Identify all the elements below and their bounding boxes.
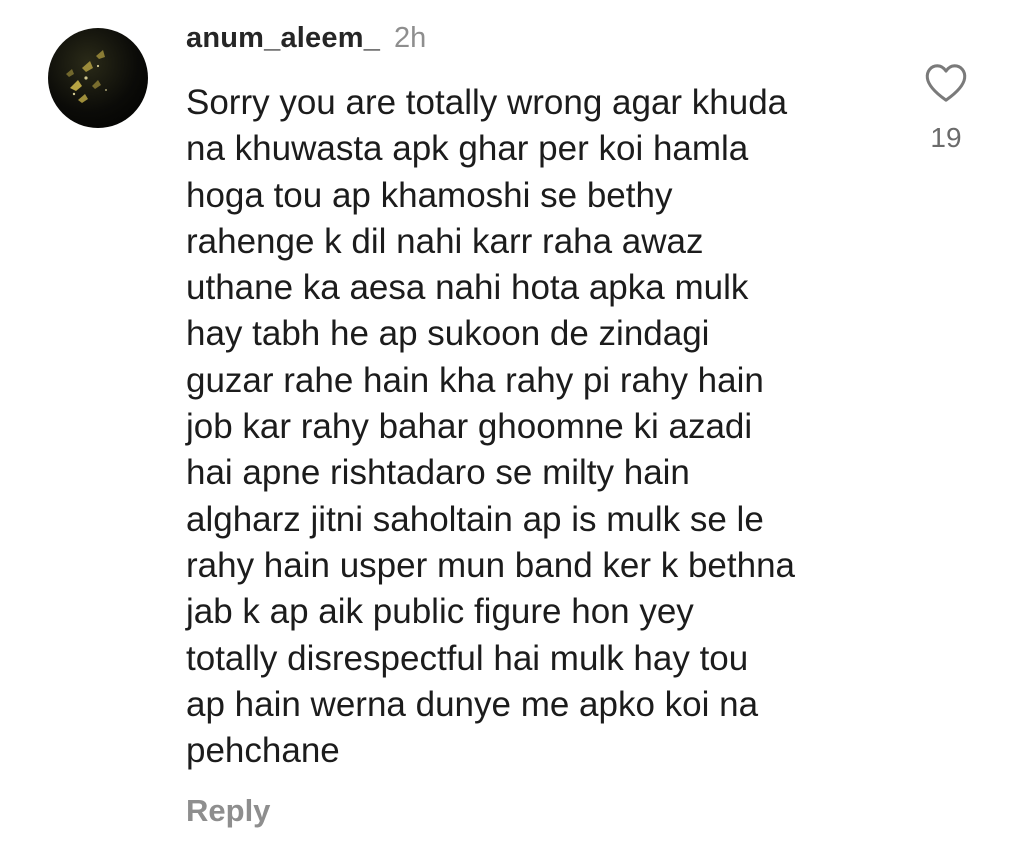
comment-text-line: guzar rahe hain kha rahy pi rahy hain <box>186 360 764 400</box>
comment-text-line: totally disrespectful hai mulk hay tou <box>186 638 749 678</box>
comment-text-line: rahy hain usper mun band ker k bethna <box>186 545 795 585</box>
comment-text-line: hoga tou ap khamoshi se bethy <box>186 175 673 215</box>
comment-text: Sorry you are totally wrong agar khuda n… <box>186 80 886 774</box>
comment-text-line: hay tabh he ap sukoon de zindagi <box>186 314 710 354</box>
comment-item: anum_aleem_ 2h Sorry you are totally wro… <box>0 0 1024 855</box>
like-area: 19 <box>916 62 976 154</box>
reply-button[interactable]: Reply <box>186 793 270 829</box>
comment-text-line: Sorry you are totally wrong agar khuda <box>186 83 788 122</box>
comment-text-line: pehchane <box>186 731 340 771</box>
comment-text-line: na khuwasta apk ghar per koi hamla <box>186 129 749 169</box>
avatar[interactable] <box>48 28 148 128</box>
comment-text-line: hai apne rishtadaro se milty hain <box>186 453 690 493</box>
comment-header: anum_aleem_ 2h <box>186 22 426 62</box>
comment-text-line: algharz jitni saholtain ap is mulk se le <box>186 499 764 539</box>
comment-text-line: rahenge k dil nahi karr raha awaz <box>186 221 704 261</box>
timestamp: 2h <box>394 22 427 54</box>
heart-outline-icon[interactable] <box>923 62 969 104</box>
comment-text-line: uthane ka aesa nahi hota apka mulk <box>186 268 749 308</box>
butterflies-avatar-icon <box>66 50 107 103</box>
username[interactable]: anum_aleem_ <box>186 22 380 55</box>
comment-text-line: jab k ap aik public figure hon yey <box>186 592 694 632</box>
comment-text-line: job kar rahy bahar ghoomne ki azadi <box>186 407 753 447</box>
like-count: 19 <box>930 122 962 153</box>
comment-text-line: ap hain werna dunye me apko koi na <box>186 684 759 724</box>
